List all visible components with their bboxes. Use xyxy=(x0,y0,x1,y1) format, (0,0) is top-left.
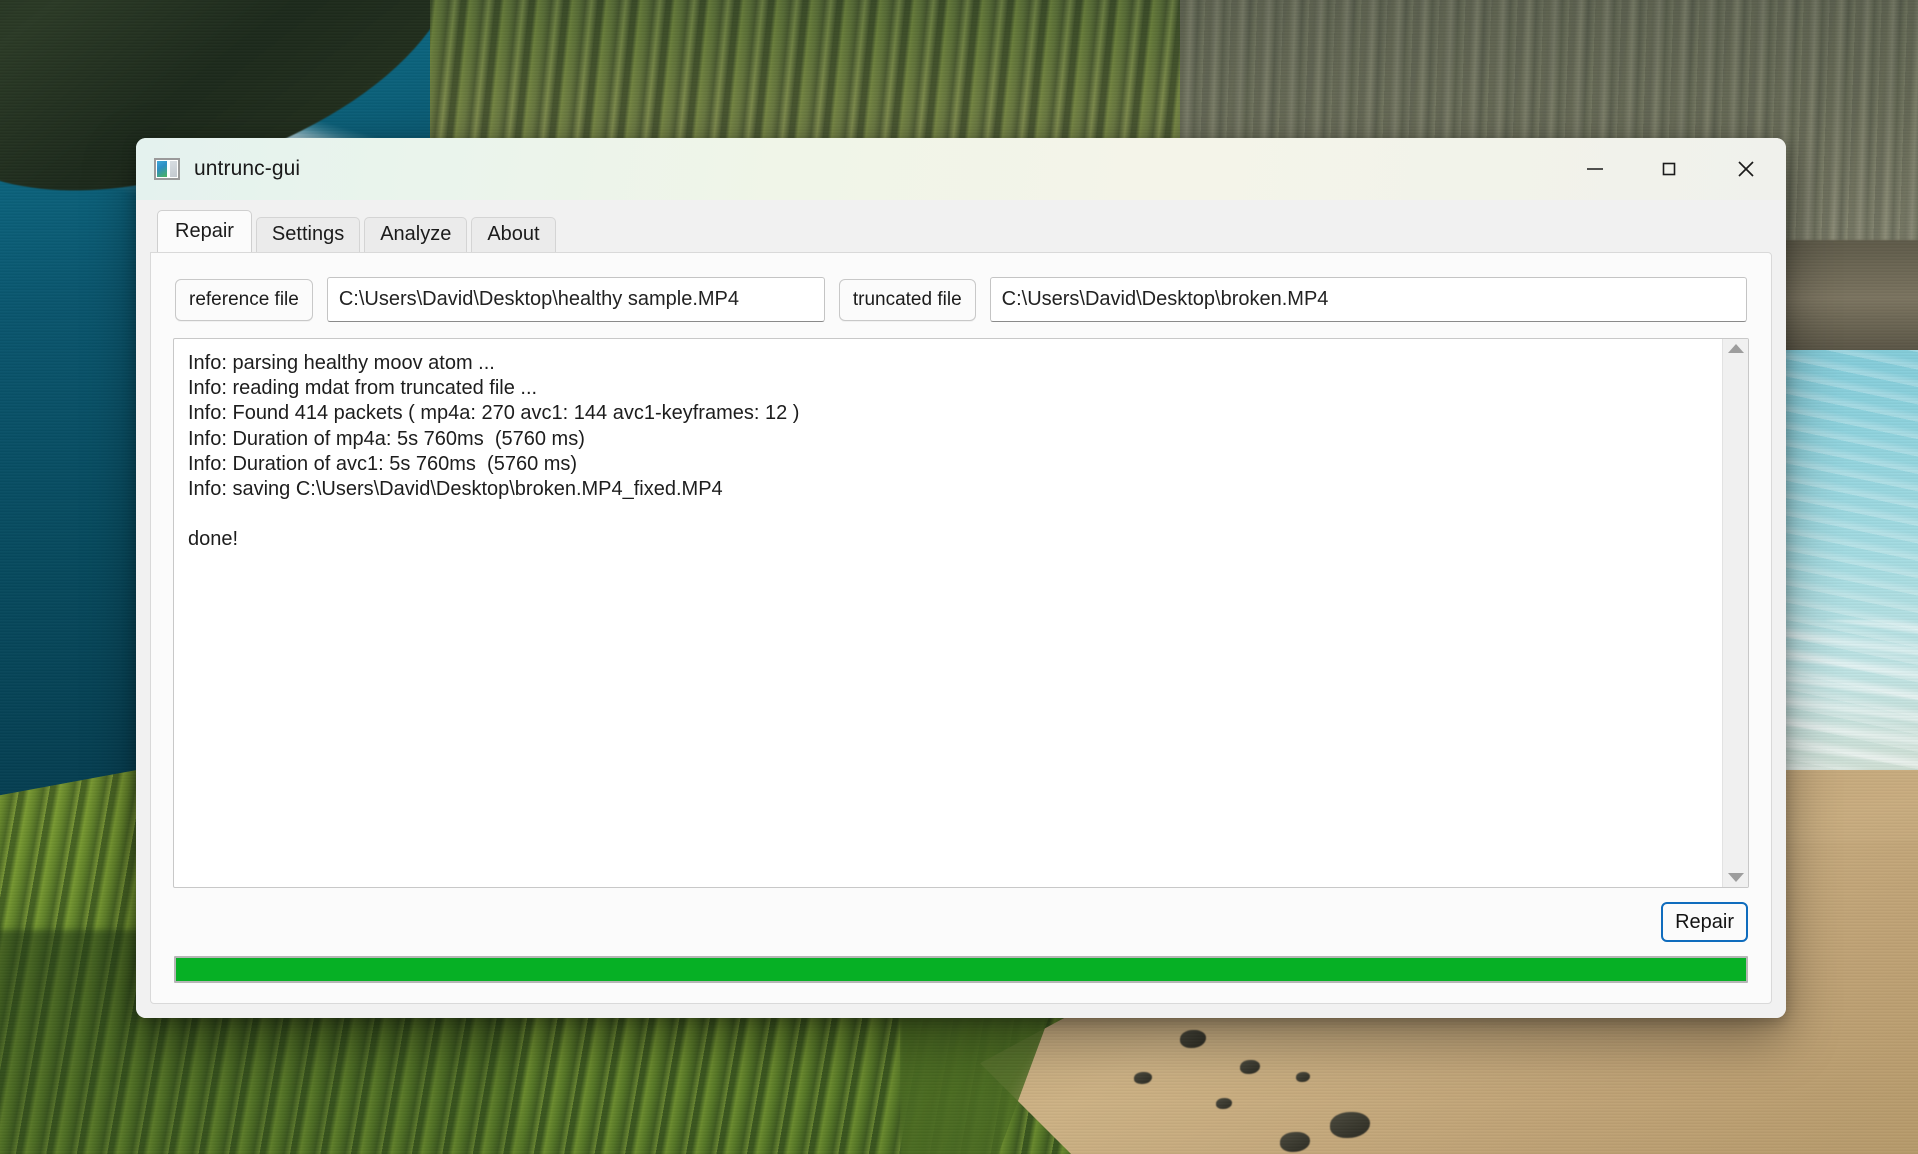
tab-analyze[interactable]: Analyze xyxy=(364,217,468,252)
file-selection-row: reference file C:\Users\David\Desktop\he… xyxy=(173,271,1749,322)
close-icon xyxy=(1733,156,1759,182)
repair-button[interactable]: Repair xyxy=(1661,902,1748,942)
application-window: untrunc-gui Repair Settings Analyze Abou… xyxy=(136,138,1786,1018)
log-output-area: Info: parsing healthy moov atom ... Info… xyxy=(173,338,1749,888)
log-scrollbar[interactable] xyxy=(1722,339,1748,887)
repair-tab-panel: reference file C:\Users\David\Desktop\he… xyxy=(150,252,1772,1004)
truncated-file-path-input[interactable]: C:\Users\David\Desktop\broken.MP4 xyxy=(989,277,1747,322)
tab-analyze-label: Analyze xyxy=(380,223,452,245)
scroll-up-icon[interactable] xyxy=(1727,344,1744,353)
reference-file-button-label: reference file xyxy=(189,288,299,310)
progress-row xyxy=(173,942,1749,985)
minimize-icon xyxy=(1584,158,1606,180)
maximize-button[interactable] xyxy=(1632,138,1706,200)
tab-repair-label: Repair xyxy=(175,220,234,242)
window-controls xyxy=(1558,138,1786,200)
log-output-text[interactable]: Info: parsing healthy moov atom ... Info… xyxy=(174,339,1722,887)
app-image-icon xyxy=(154,158,180,180)
tab-settings[interactable]: Settings xyxy=(255,217,361,252)
scroll-down-icon[interactable] xyxy=(1727,873,1744,882)
progress-bar xyxy=(174,956,1748,983)
close-button[interactable] xyxy=(1706,138,1786,200)
truncated-file-path-value: C:\Users\David\Desktop\broken.MP4 xyxy=(1001,288,1329,310)
repair-button-label: Repair xyxy=(1675,911,1734,933)
wallpaper-beach-rocks xyxy=(1120,1020,1540,1154)
maximize-icon xyxy=(1658,158,1680,180)
tab-about[interactable]: About xyxy=(471,217,556,252)
progress-bar-fill xyxy=(176,958,1746,981)
tab-settings-label: Settings xyxy=(271,223,345,245)
window-client-area: Repair Settings Analyze About reference … xyxy=(136,200,1786,1018)
truncated-file-button-label: truncated file xyxy=(852,288,962,310)
reference-file-button[interactable]: reference file xyxy=(175,278,313,321)
action-button-row: Repair xyxy=(173,888,1749,942)
minimize-button[interactable] xyxy=(1558,138,1632,200)
reference-file-path-value: C:\Users\David\Desktop\healthy sample.MP… xyxy=(338,288,739,310)
truncated-file-button[interactable]: truncated file xyxy=(838,278,976,321)
tab-about-label: About xyxy=(487,223,540,245)
tab-bar: Repair Settings Analyze About xyxy=(150,210,1772,252)
reference-file-path-input[interactable]: C:\Users\David\Desktop\healthy sample.MP… xyxy=(326,277,825,322)
tab-repair[interactable]: Repair xyxy=(157,210,252,252)
window-titlebar[interactable]: untrunc-gui xyxy=(136,138,1786,200)
window-title: untrunc-gui xyxy=(194,157,301,180)
